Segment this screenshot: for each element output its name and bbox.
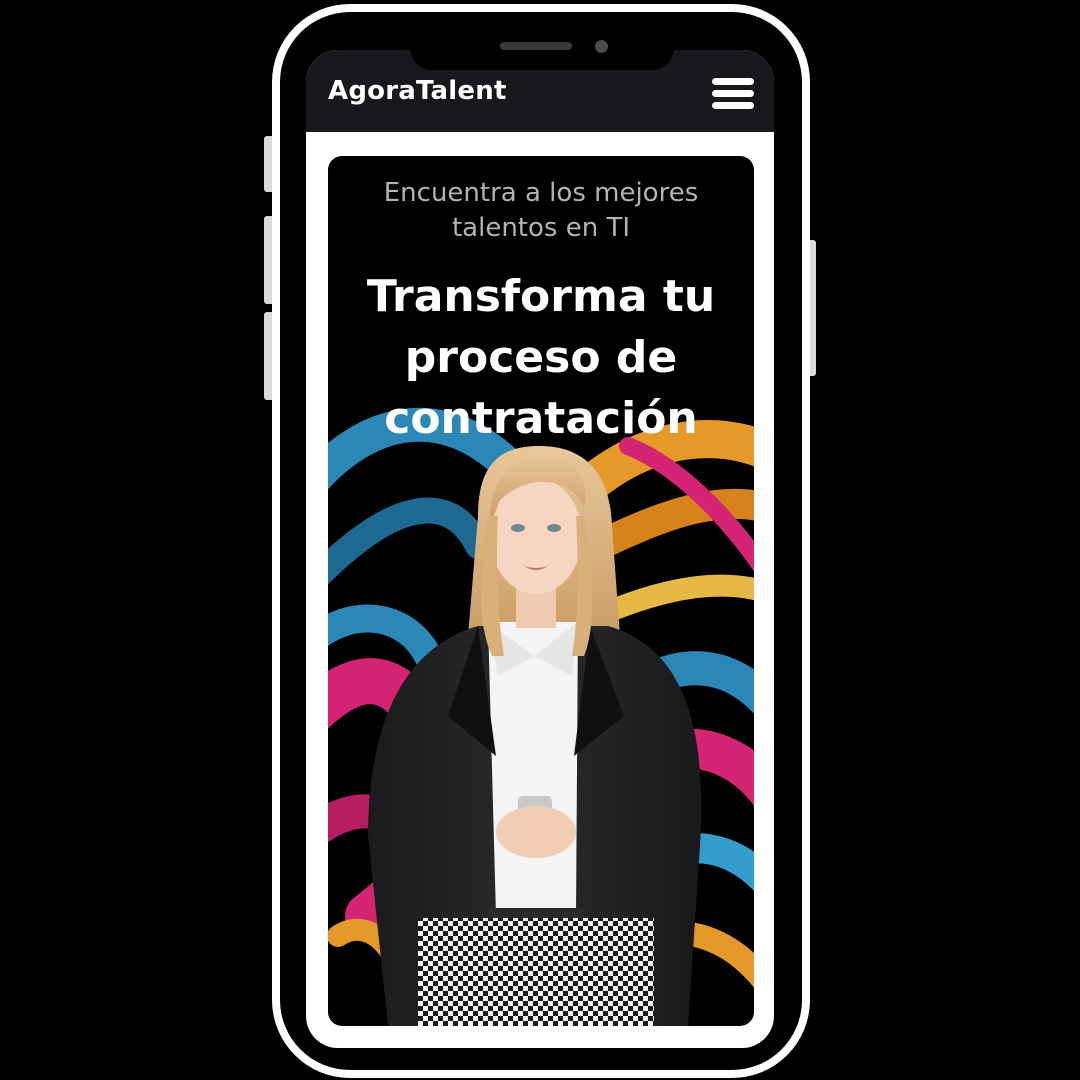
hero-banner: Encuentra a los mejores talentos en TI T… [328,156,754,1026]
mockup-stage: AgoraTalent Encuentra a los mejores tale… [0,0,1080,1080]
phone-camera [595,40,608,53]
menu-bar [712,102,754,109]
hamburger-menu-icon[interactable] [710,76,756,110]
phone-screen: AgoraTalent Encuentra a los mejores tale… [306,50,774,1048]
phone-speaker [500,42,572,50]
hero-title: Transforma tu proceso de contratación [366,271,716,444]
brand-logo[interactable]: AgoraTalent [328,74,507,108]
menu-bar [712,90,754,97]
menu-bar [712,78,754,85]
hero-subtitle: Encuentra a los mejores talentos en TI [383,178,699,243]
